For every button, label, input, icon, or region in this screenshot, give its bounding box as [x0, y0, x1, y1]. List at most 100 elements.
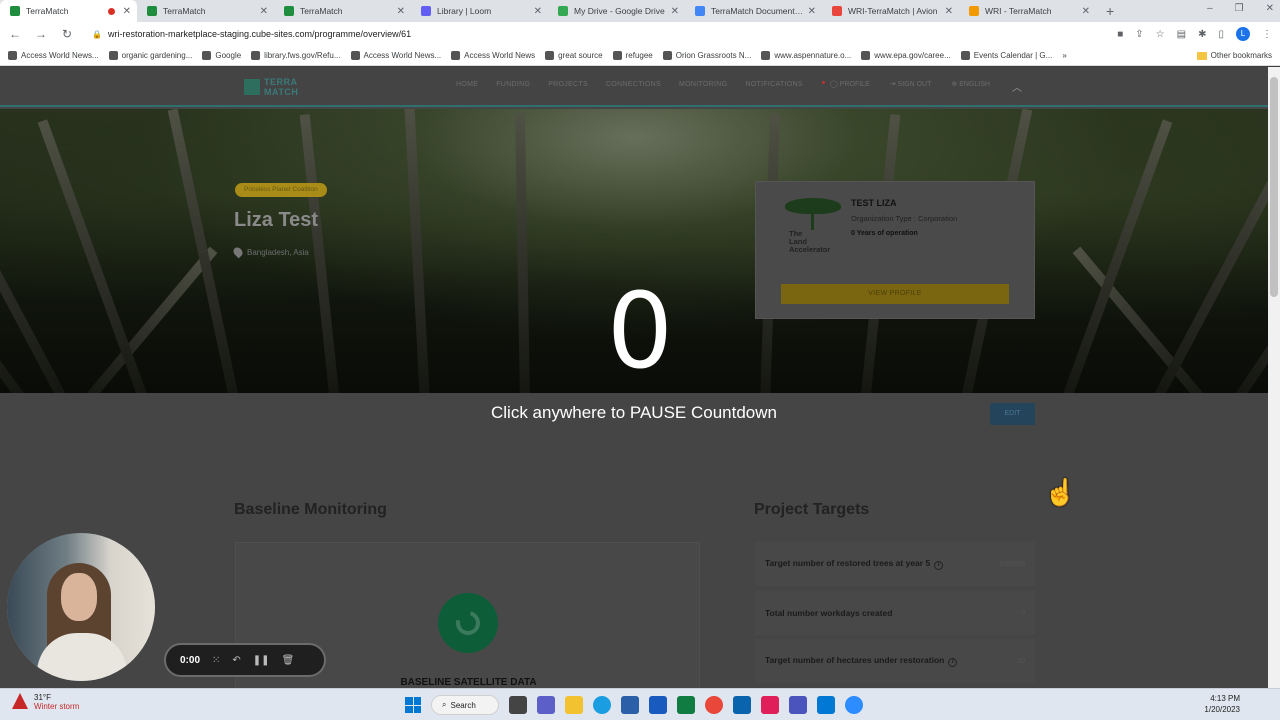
bookmark-item[interactable]: organic gardening...	[108, 51, 192, 60]
tab-label: WRI - TerraMatch	[985, 6, 1052, 16]
bookmark-item[interactable]: Access World News...	[350, 51, 441, 60]
close-tab-icon[interactable]: ✕	[808, 6, 816, 17]
system-clock[interactable]: 4:13 PM 1/20/2023	[1204, 693, 1240, 715]
clock-date: 1/20/2023	[1204, 705, 1240, 714]
chrome-icon[interactable]	[705, 696, 723, 714]
url-field[interactable]: 🔒 wri-restoration-marketplace-staging.cu…	[92, 29, 1105, 39]
nav-link-monitoring[interactable]: MONITORING	[679, 81, 727, 88]
close-window-icon[interactable]: ✕	[1266, 3, 1274, 14]
trash-icon[interactable]: 🗑	[282, 655, 295, 666]
logo-tree-trunk	[811, 212, 814, 230]
other-bookmarks[interactable]: Other bookmarks	[1196, 51, 1272, 60]
clock-time: 4:13 PM	[1210, 694, 1240, 703]
menu-kebab-icon[interactable]: ⋮	[1262, 29, 1272, 40]
edge-icon[interactable]	[593, 696, 611, 714]
taskbar-search-label: Search	[450, 700, 476, 710]
terramatch-logo[interactable]: TERRA MATCH	[244, 77, 320, 97]
close-tab-icon[interactable]: ✕	[1082, 6, 1090, 17]
bookmark-item[interactable]: www.aspennature.o...	[761, 51, 851, 60]
nav-link-funding[interactable]: FUNDING	[496, 81, 530, 88]
bookmark-item[interactable]: Access World News...	[8, 51, 99, 60]
camera-icon[interactable]: ■	[1117, 29, 1123, 40]
nav-link-home[interactable]: HOME	[456, 81, 478, 88]
teams-icon[interactable]	[789, 696, 807, 714]
nav-link-projects[interactable]: PROJECTS	[548, 81, 588, 88]
close-tab-icon[interactable]: ✕	[260, 6, 268, 17]
slack-icon[interactable]	[761, 696, 779, 714]
browser-tab[interactable]: TerraMatch ✕	[137, 0, 274, 22]
maximize-icon[interactable]: ❐	[1235, 3, 1244, 14]
bookmark-item[interactable]: refugee	[612, 51, 653, 60]
browser-tab[interactable]: Library | Loom ✕	[411, 0, 548, 22]
loom-countdown[interactable]: 0	[560, 271, 720, 391]
bookmark-item[interactable]: Google	[202, 51, 241, 60]
undo-icon[interactable]: ↶	[232, 655, 240, 666]
close-tab-icon[interactable]: ✕	[945, 6, 953, 17]
zoom-icon[interactable]	[845, 696, 863, 714]
taskbar-search[interactable]: ⌕ Search	[431, 695, 499, 715]
bookmark-item[interactable]: library.fws.gov/Refu...	[251, 51, 341, 60]
weather-widget[interactable]: 31°F Winter storm	[12, 693, 79, 711]
back-icon[interactable]: ←	[8, 27, 22, 41]
browser-tab[interactable]: My Drive - Google Drive ✕	[548, 0, 685, 22]
webcam-bubble[interactable]	[7, 533, 155, 681]
close-tab-icon[interactable]: ✕	[123, 6, 131, 17]
close-tab-icon[interactable]: ✕	[671, 6, 679, 17]
bookmark-item[interactable]: Events Calendar | G...	[960, 51, 1052, 60]
outlook-icon[interactable]	[733, 696, 751, 714]
nav-profile[interactable]: ◯ PROFILE	[830, 80, 870, 88]
bookmark-label: www.aspennature.o...	[774, 51, 852, 60]
nav-profile-label: PROFILE	[839, 81, 870, 88]
pause-countdown-message[interactable]: Click anywhere to PAUSE Countdown	[384, 403, 884, 423]
browser-tab[interactable]: WRI-TerraMatch | Avion ✕	[822, 0, 959, 22]
bookmark-star-icon[interactable]: ☆	[1156, 29, 1165, 40]
weather-condition: Winter storm	[34, 702, 80, 711]
project-location: Bangladesh, Asia	[231, 245, 309, 259]
scrollbar-thumb[interactable]	[1270, 77, 1278, 297]
task-view-icon[interactable]	[509, 696, 527, 714]
info-icon[interactable]: i	[948, 658, 958, 667]
word-icon[interactable]	[649, 696, 667, 714]
bookmark-item[interactable]: www.epa.gov/caree...	[861, 51, 951, 60]
location-pin-icon	[231, 245, 245, 259]
nav-link-connections[interactable]: CONNECTIONS	[606, 81, 661, 88]
target-row: Total number workdays created 0	[755, 591, 1035, 635]
file-explorer-icon[interactable]	[565, 696, 583, 714]
share-icon[interactable]: ⇪	[1135, 29, 1143, 40]
edit-button[interactable]: EDIT	[990, 403, 1035, 425]
browser-tab[interactable]: TerraMatch ✕	[0, 0, 137, 22]
puzzle-icon[interactable]: ✱	[1198, 29, 1206, 40]
bookmark-item[interactable]: great source	[545, 51, 603, 60]
drag-handle-icon[interactable]: ⁙	[212, 655, 220, 666]
info-icon[interactable]: i	[934, 561, 944, 570]
new-tab-icon[interactable]: +	[1106, 0, 1114, 22]
logo-line-1: TERRA	[264, 77, 298, 87]
store-icon[interactable]	[621, 696, 639, 714]
reload-icon[interactable]: ↻	[60, 27, 74, 41]
logo-word-3: Accelerator	[789, 245, 831, 254]
page-scrollbar[interactable]	[1268, 67, 1280, 688]
teams-chat-icon[interactable]	[537, 696, 555, 714]
nav-language[interactable]: ⊕ ENGLISH	[951, 80, 990, 88]
browser-tab[interactable]: TerraMatch Documents - ✕	[685, 0, 822, 22]
nav-sign-out[interactable]: ⇥ SIGN OUT	[890, 80, 932, 88]
close-tab-icon[interactable]: ✕	[534, 6, 542, 17]
chevron-up-icon[interactable]: ︿	[1012, 79, 1022, 94]
more-bookmarks-icon[interactable]: »	[1062, 51, 1066, 60]
excel-icon[interactable]	[677, 696, 695, 714]
view-profile-button[interactable]: VIEW PROFILE	[781, 284, 1009, 304]
windows-start-icon[interactable]	[405, 697, 421, 713]
extension-icon[interactable]: ▤	[1177, 29, 1186, 40]
nav-link-notifications[interactable]: NOTIFICATIONS	[745, 81, 802, 88]
bookmark-item[interactable]: Access World News	[451, 51, 535, 60]
browser-tab[interactable]: WRI - TerraMatch ✕	[959, 0, 1096, 22]
close-tab-icon[interactable]: ✕	[397, 6, 405, 17]
forward-icon[interactable]: →	[34, 27, 48, 41]
sidepanel-icon[interactable]: ▯	[1218, 29, 1224, 40]
bookmark-item[interactable]: Orion Grassroots N...	[662, 51, 751, 60]
minimize-icon[interactable]: –	[1207, 3, 1213, 14]
profile-avatar[interactable]: L	[1236, 27, 1250, 41]
mail-icon[interactable]	[817, 696, 835, 714]
pause-icon[interactable]: ❚❚	[253, 655, 270, 666]
browser-tab[interactable]: TerraMatch ✕	[274, 0, 411, 22]
